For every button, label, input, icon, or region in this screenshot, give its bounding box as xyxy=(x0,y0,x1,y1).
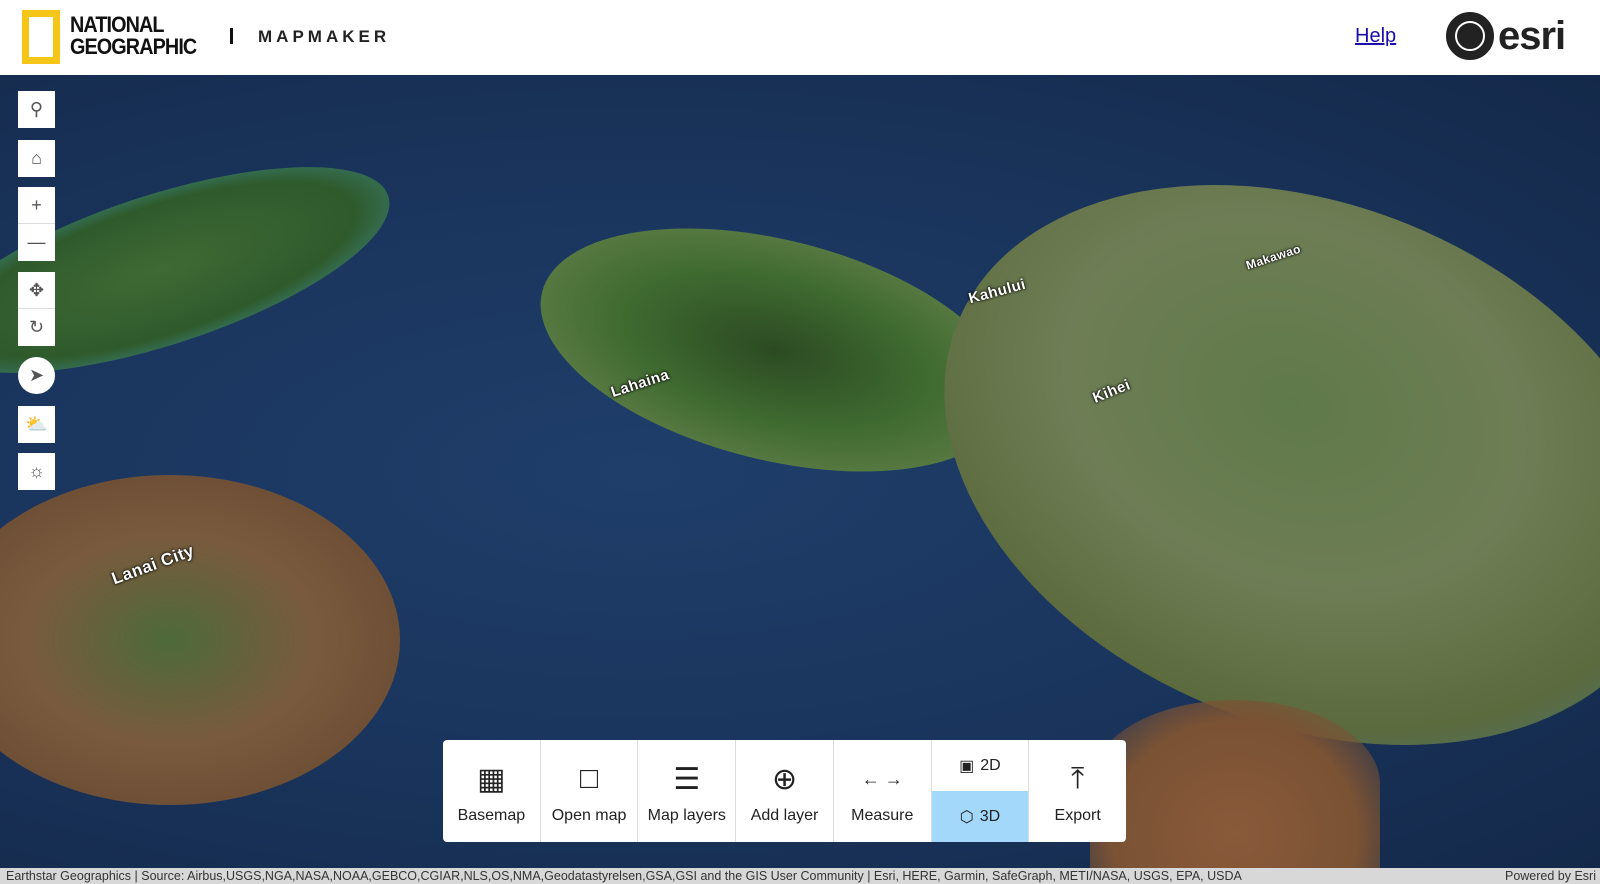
kahoolawe-island xyxy=(1090,700,1380,868)
zoom-in-button[interactable]: + xyxy=(18,187,55,224)
ruler-icon: ← → xyxy=(861,768,903,789)
cube-icon: ⬡ xyxy=(959,808,974,826)
rotate-icon: ↻ xyxy=(28,317,45,337)
basemap-label: Basemap xyxy=(457,807,526,824)
map-layers-label: Map layers xyxy=(647,807,726,824)
map-layers-button[interactable]: ☰ Map layers xyxy=(638,740,737,842)
pan-icon: ✥ xyxy=(28,279,45,300)
view-3d-label: 3D xyxy=(979,807,1001,825)
brand-line-2: GEOGRAPHIC xyxy=(70,34,197,59)
add-layer-button[interactable]: ⊕ Add layer xyxy=(736,740,834,842)
open-map-label: Open map xyxy=(551,807,627,824)
open-map-button[interactable]: □ Open map xyxy=(541,740,639,842)
zoom-in-icon: + xyxy=(31,194,42,215)
search-button[interactable]: ⚲ xyxy=(18,91,55,128)
add-layer-label: Add layer xyxy=(750,807,819,824)
weather-icon: ⛅ xyxy=(25,414,48,434)
rotate-button[interactable]: ↻ xyxy=(18,309,55,346)
brand-line-1: NATIONAL xyxy=(70,12,165,37)
basemap-button[interactable]: ▦ Basemap xyxy=(443,740,541,842)
compass-button[interactable]: ➤ xyxy=(18,357,55,394)
search-icon: ⚲ xyxy=(29,99,44,119)
product-name: MAPMAKER xyxy=(258,27,391,46)
weather-button[interactable]: ⛅ xyxy=(18,406,55,443)
bottom-toolbar: ▦ Basemap □ Open map ☰ Map layers ⊕ Add laye… xyxy=(443,740,1126,842)
esri-logo[interactable]: esri xyxy=(1446,12,1566,60)
open-map-icon: □ xyxy=(580,762,599,795)
home-button[interactable]: ⌂ xyxy=(18,140,55,177)
measure-label: Measure xyxy=(851,807,914,824)
export-label: Export xyxy=(1054,807,1101,824)
attribution-text: Earthstar Geographics | Source: Airbus,U… xyxy=(6,869,1242,883)
national-geographic-logo xyxy=(22,10,60,64)
pan-button[interactable]: ✥ xyxy=(18,272,55,309)
compass-icon: ➤ xyxy=(28,365,45,385)
view-2d-label: 2D xyxy=(980,756,1001,774)
export-button[interactable]: ⤒ Export xyxy=(1029,740,1126,842)
basemap-icon: ▦ xyxy=(477,762,506,796)
zoom-out-icon: — xyxy=(27,232,46,252)
app-header: NATIONAL GEOGRAPHIC MAPMAKER Help esri xyxy=(0,0,1600,75)
help-link[interactable]: Help xyxy=(1355,25,1396,48)
divider xyxy=(230,28,233,44)
globe-icon xyxy=(1446,12,1494,60)
daylight-icon: ☼ xyxy=(28,461,45,481)
layers-list-icon: ☰ xyxy=(673,762,701,796)
molokai-island xyxy=(0,124,412,416)
add-circle-icon: ⊕ xyxy=(771,762,798,796)
daylight-button[interactable]: ☼ xyxy=(18,453,55,490)
home-icon: ⌂ xyxy=(31,148,42,168)
view-3d-button[interactable]: ⬡ 3D xyxy=(931,791,1029,842)
esri-wordmark: esri xyxy=(1498,14,1566,58)
lanai-island xyxy=(0,475,400,805)
zoom-out-button[interactable]: — xyxy=(18,224,55,261)
export-icon: ⤒ xyxy=(1071,762,1085,795)
measure-button[interactable]: ← → Measure xyxy=(834,740,932,842)
attribution-bar: Earthstar Geographics | Source: Airbus,U… xyxy=(0,868,1600,884)
view-2d-button[interactable]: ▣ 2D xyxy=(932,740,1029,791)
brand-text: NATIONAL GEOGRAPHIC xyxy=(70,12,197,59)
view-mode-toggle: ▣ 2D ⬡ 3D xyxy=(931,740,1030,842)
powered-by-esri-link[interactable]: Powered by Esri xyxy=(1500,868,1596,884)
map-2d-icon: ▣ xyxy=(959,757,975,775)
